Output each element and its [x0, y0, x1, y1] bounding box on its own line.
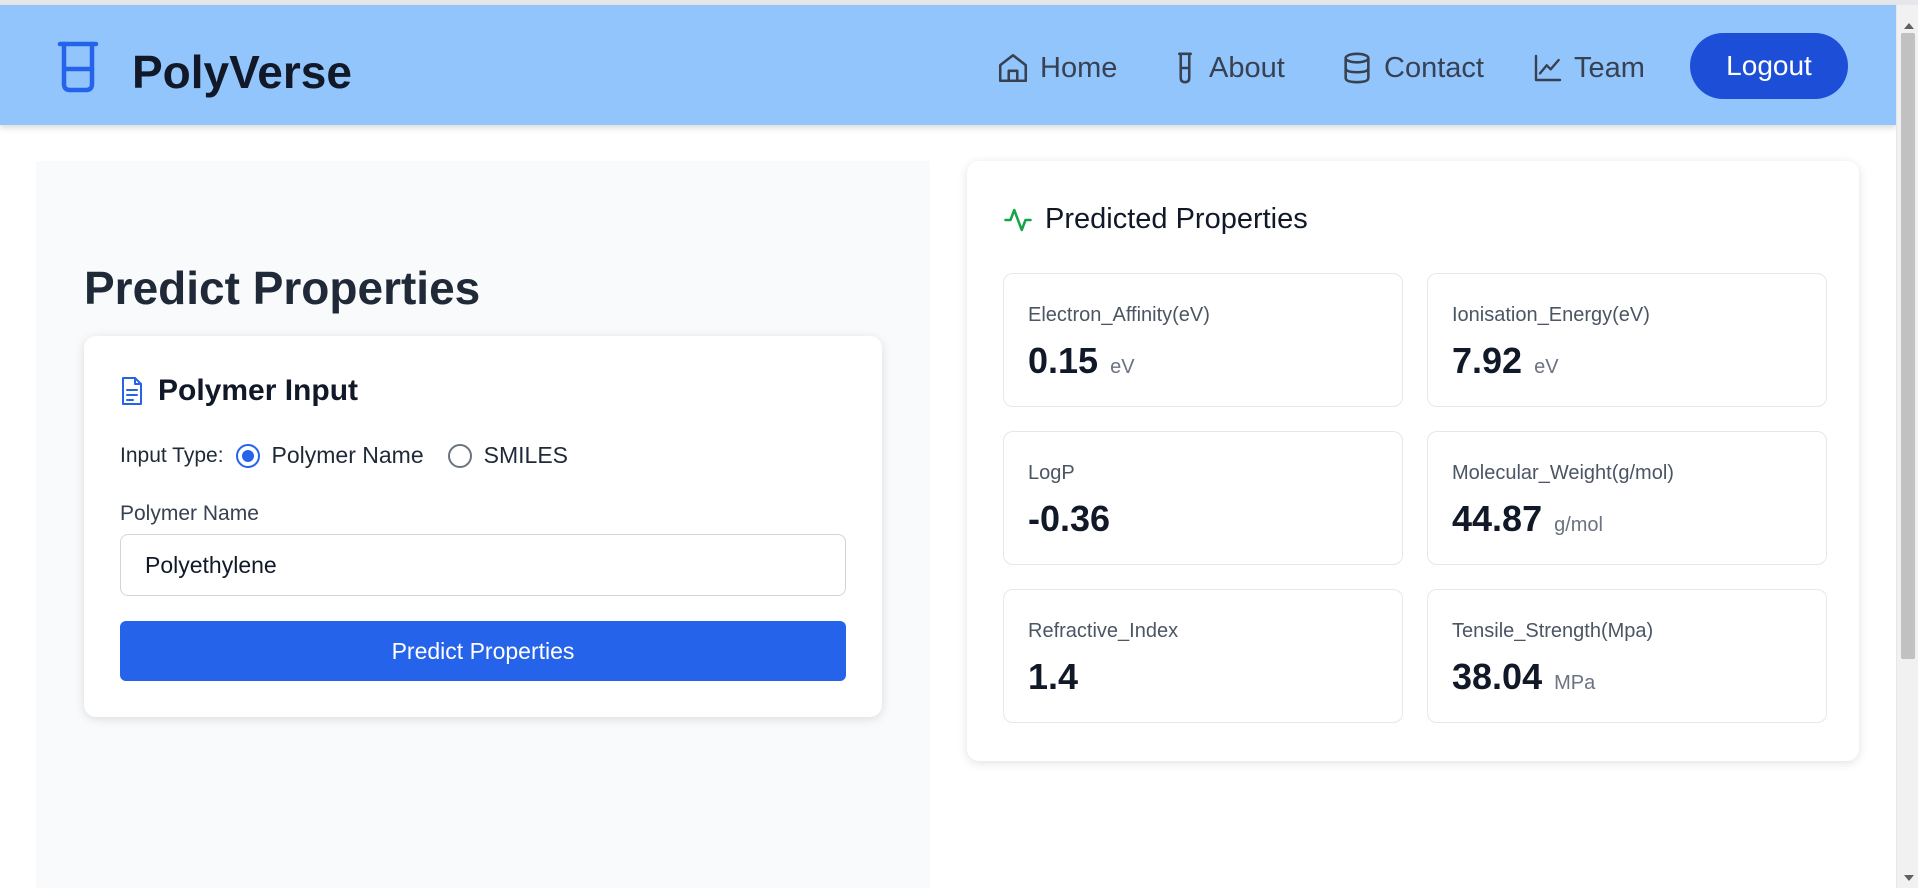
property-unit: eV [1534, 356, 1559, 378]
polymer-name-label: Polymer Name [120, 502, 259, 525]
property-unit: eV [1110, 356, 1135, 378]
property-unit: g/mol [1554, 514, 1603, 536]
property-value: 0.15 [1028, 340, 1099, 381]
property-card-molecular-weight: Molecular_Weight(g/mol) 44.87 g/mol [1427, 431, 1827, 565]
nav-contact[interactable]: Contact [1340, 47, 1484, 89]
property-value-row: -0.36 [1028, 498, 1122, 540]
activity-icon [1004, 208, 1032, 231]
polymer-input-header: Polymer Input [120, 374, 358, 408]
property-value-row: 7.92 eV [1452, 340, 1559, 382]
page-scrollbar[interactable] [1896, 5, 1918, 888]
property-value: 1.4 [1028, 656, 1079, 697]
property-label: Tensile_Strength(Mpa) [1452, 620, 1654, 642]
nav-about-label: About [1209, 51, 1285, 84]
property-value: 44.87 [1452, 498, 1543, 539]
input-type-label: Input Type: [120, 443, 224, 467]
property-label: Refractive_Index [1028, 620, 1179, 642]
nav-about[interactable]: About [1171, 47, 1285, 89]
radio-polymer-name[interactable] [235, 443, 260, 468]
polymer-input-title: Polymer Input [158, 374, 359, 407]
property-value-row: 44.87 g/mol [1452, 498, 1603, 540]
property-value-row: 38.04 MPa [1452, 656, 1595, 698]
property-label: Electron_Affinity(eV) [1028, 304, 1210, 326]
line-chart-icon [1534, 54, 1562, 82]
property-value: 7.92 [1452, 340, 1523, 381]
scrollbar-thumb[interactable] [1901, 33, 1915, 659]
polymer-name-input[interactable] [120, 534, 846, 596]
nav-team-label: Team [1574, 51, 1645, 84]
predicted-properties-card: Predicted Properties Electron_Affinity(e… [967, 161, 1859, 761]
property-label: Molecular_Weight(g/mol) [1452, 462, 1674, 484]
property-card-logp: LogP -0.36 [1003, 431, 1403, 565]
nav-home-label: Home [1040, 51, 1118, 84]
property-value: -0.36 [1028, 498, 1111, 539]
radio-smiles-label[interactable]: SMILES [484, 442, 568, 469]
property-label: LogP [1028, 462, 1075, 484]
property-card-electron-affinity: Electron_Affinity(eV) 0.15 eV [1003, 273, 1403, 407]
top-navbar: PolyVerse Home About Contact Team Logout [0, 5, 1896, 125]
property-card-tensile-strength: Tensile_Strength(Mpa) 38.04 MPa [1427, 589, 1827, 723]
database-icon [1344, 52, 1370, 84]
polymer-input-card: Polymer Input Input Type: Polymer Name S… [84, 336, 882, 717]
page-title: Predict Properties [84, 262, 481, 314]
property-value: 38.04 [1452, 656, 1543, 697]
document-icon [122, 377, 142, 405]
radio-polymer-name-label[interactable]: Polymer Name [272, 442, 424, 469]
nav-team[interactable]: Team [1532, 47, 1645, 89]
property-value-row: 0.15 eV [1028, 340, 1135, 382]
scroll-up-arrow-icon[interactable] [1904, 23, 1914, 29]
nav-home[interactable]: Home [996, 47, 1117, 89]
test-tube-icon [1178, 52, 1192, 84]
property-label: Ionisation_Energy(eV) [1452, 304, 1650, 326]
scroll-down-arrow-icon[interactable] [1904, 875, 1914, 881]
beaker-icon [57, 41, 99, 93]
property-card-ionisation-energy: Ionisation_Energy(eV) 7.92 eV [1427, 273, 1827, 407]
predicted-properties-title: Predicted Properties [1045, 203, 1308, 235]
input-panel: Predict Properties Polymer Input Input T… [36, 161, 930, 888]
input-type-group: Input Type: Polymer Name SMILES [120, 442, 592, 469]
radio-smiles[interactable] [447, 443, 472, 468]
property-value-row: 1.4 [1028, 656, 1090, 698]
nav-contact-label: Contact [1384, 51, 1484, 84]
predicted-properties-header: Predicted Properties [1003, 203, 1308, 236]
home-icon [998, 53, 1028, 83]
property-card-refractive-index: Refractive_Index 1.4 [1003, 589, 1403, 723]
brand-name[interactable]: PolyVerse [132, 45, 352, 99]
logout-button[interactable]: Logout [1690, 33, 1848, 99]
predict-properties-button[interactable]: Predict Properties [120, 621, 846, 681]
property-unit: MPa [1554, 672, 1596, 694]
